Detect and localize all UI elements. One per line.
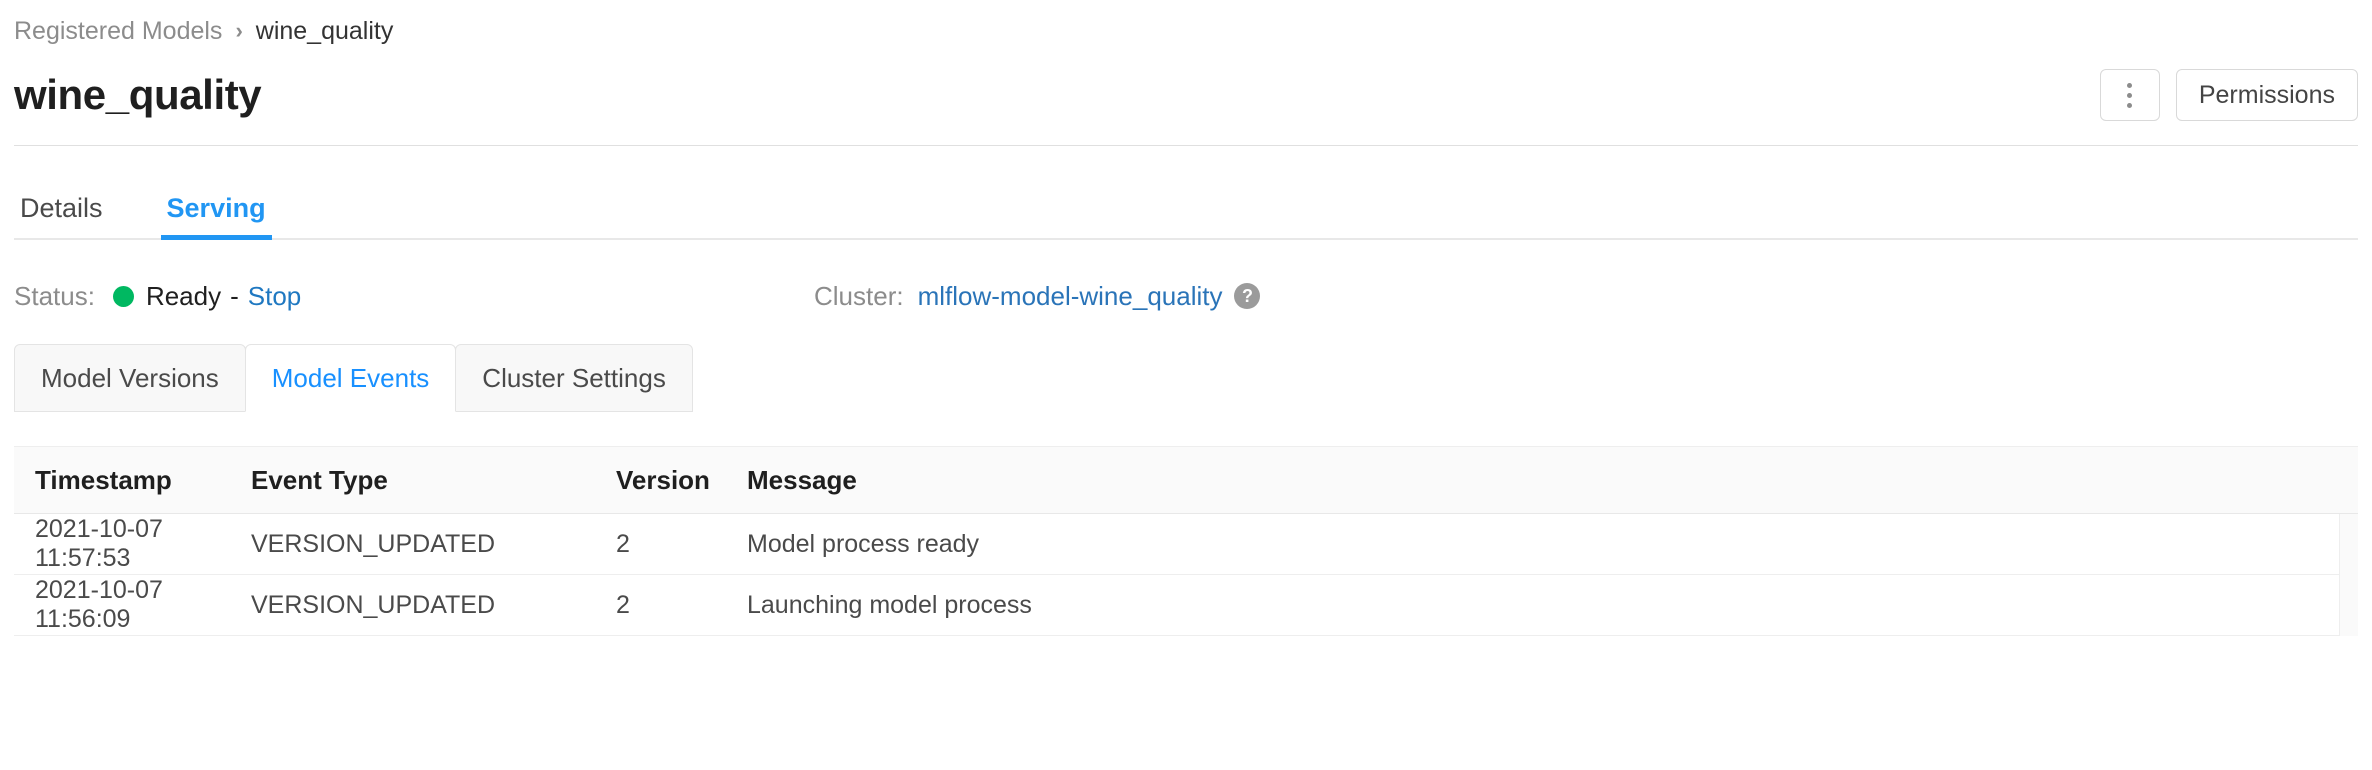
overflow-menu-button[interactable] (2100, 69, 2160, 121)
subtab-model-events[interactable]: Model Events (245, 344, 457, 412)
kebab-menu-icon (2127, 83, 2132, 108)
subtab-cluster-settings[interactable]: Cluster Settings (455, 344, 693, 412)
serving-subtabs: Model Versions Model Events Cluster Sett… (14, 344, 2358, 412)
tab-details[interactable]: Details (14, 195, 109, 238)
cell-timestamp: 2021-10-07 11:56:09 (14, 576, 251, 634)
status-row: Status: Ready - Stop Cluster: mlflow-mod… (14, 278, 2358, 314)
status-indicator-icon (113, 286, 134, 307)
serving-page: Registered Models › wine_quality wine_qu… (0, 0, 2372, 770)
table-row[interactable]: 2021-10-07 11:57:53 VERSION_UPDATED 2 Mo… (14, 514, 2358, 575)
stop-serving-link[interactable]: Stop (248, 281, 302, 312)
status-value: Ready (146, 281, 221, 312)
permissions-button[interactable]: Permissions (2176, 69, 2358, 121)
title-actions: Permissions (2100, 69, 2358, 121)
breadcrumb: Registered Models › wine_quality (14, 0, 2358, 54)
table-body: 2021-10-07 11:57:53 VERSION_UPDATED 2 Mo… (14, 514, 2358, 636)
breadcrumb-parent-link[interactable]: Registered Models (14, 19, 222, 44)
cell-timestamp: 2021-10-07 11:57:53 (14, 515, 251, 573)
cell-event-type: VERSION_UPDATED (251, 591, 616, 620)
status-block: Status: Ready - Stop (14, 281, 814, 312)
title-row: wine_quality Permissions (14, 60, 2358, 130)
chevron-right-icon: › (235, 20, 242, 42)
cluster-block: Cluster: mlflow-model-wine_quality ? (814, 281, 1260, 312)
table-row[interactable]: 2021-10-07 11:56:09 VERSION_UPDATED 2 La… (14, 575, 2358, 636)
cell-version: 2 (616, 530, 747, 559)
cluster-name-link[interactable]: mlflow-model-wine_quality (918, 281, 1223, 312)
column-header-event-type[interactable]: Event Type (251, 465, 616, 496)
status-dash: - (230, 281, 239, 312)
main-tabs: Details Serving (14, 178, 2358, 240)
column-header-message[interactable]: Message (747, 465, 2358, 496)
cell-version: 2 (616, 591, 747, 620)
table-vertical-scrollbar[interactable] (2339, 514, 2358, 636)
breadcrumb-current: wine_quality (256, 19, 394, 44)
subtab-model-versions[interactable]: Model Versions (14, 344, 246, 412)
column-header-timestamp[interactable]: Timestamp (14, 465, 251, 496)
status-label: Status: (14, 281, 95, 312)
cell-message: Model process ready (747, 530, 2358, 559)
help-circle-icon[interactable]: ? (1234, 283, 1260, 309)
column-header-version[interactable]: Version (616, 465, 747, 496)
cluster-label: Cluster: (814, 281, 904, 312)
header-divider (14, 145, 2358, 146)
model-events-table: Timestamp Event Type Version Message 202… (14, 446, 2358, 636)
cell-event-type: VERSION_UPDATED (251, 530, 616, 559)
tab-serving[interactable]: Serving (161, 195, 272, 238)
page-title: wine_quality (14, 74, 261, 116)
table-header-row: Timestamp Event Type Version Message (14, 446, 2358, 514)
cell-message: Launching model process (747, 591, 2358, 620)
